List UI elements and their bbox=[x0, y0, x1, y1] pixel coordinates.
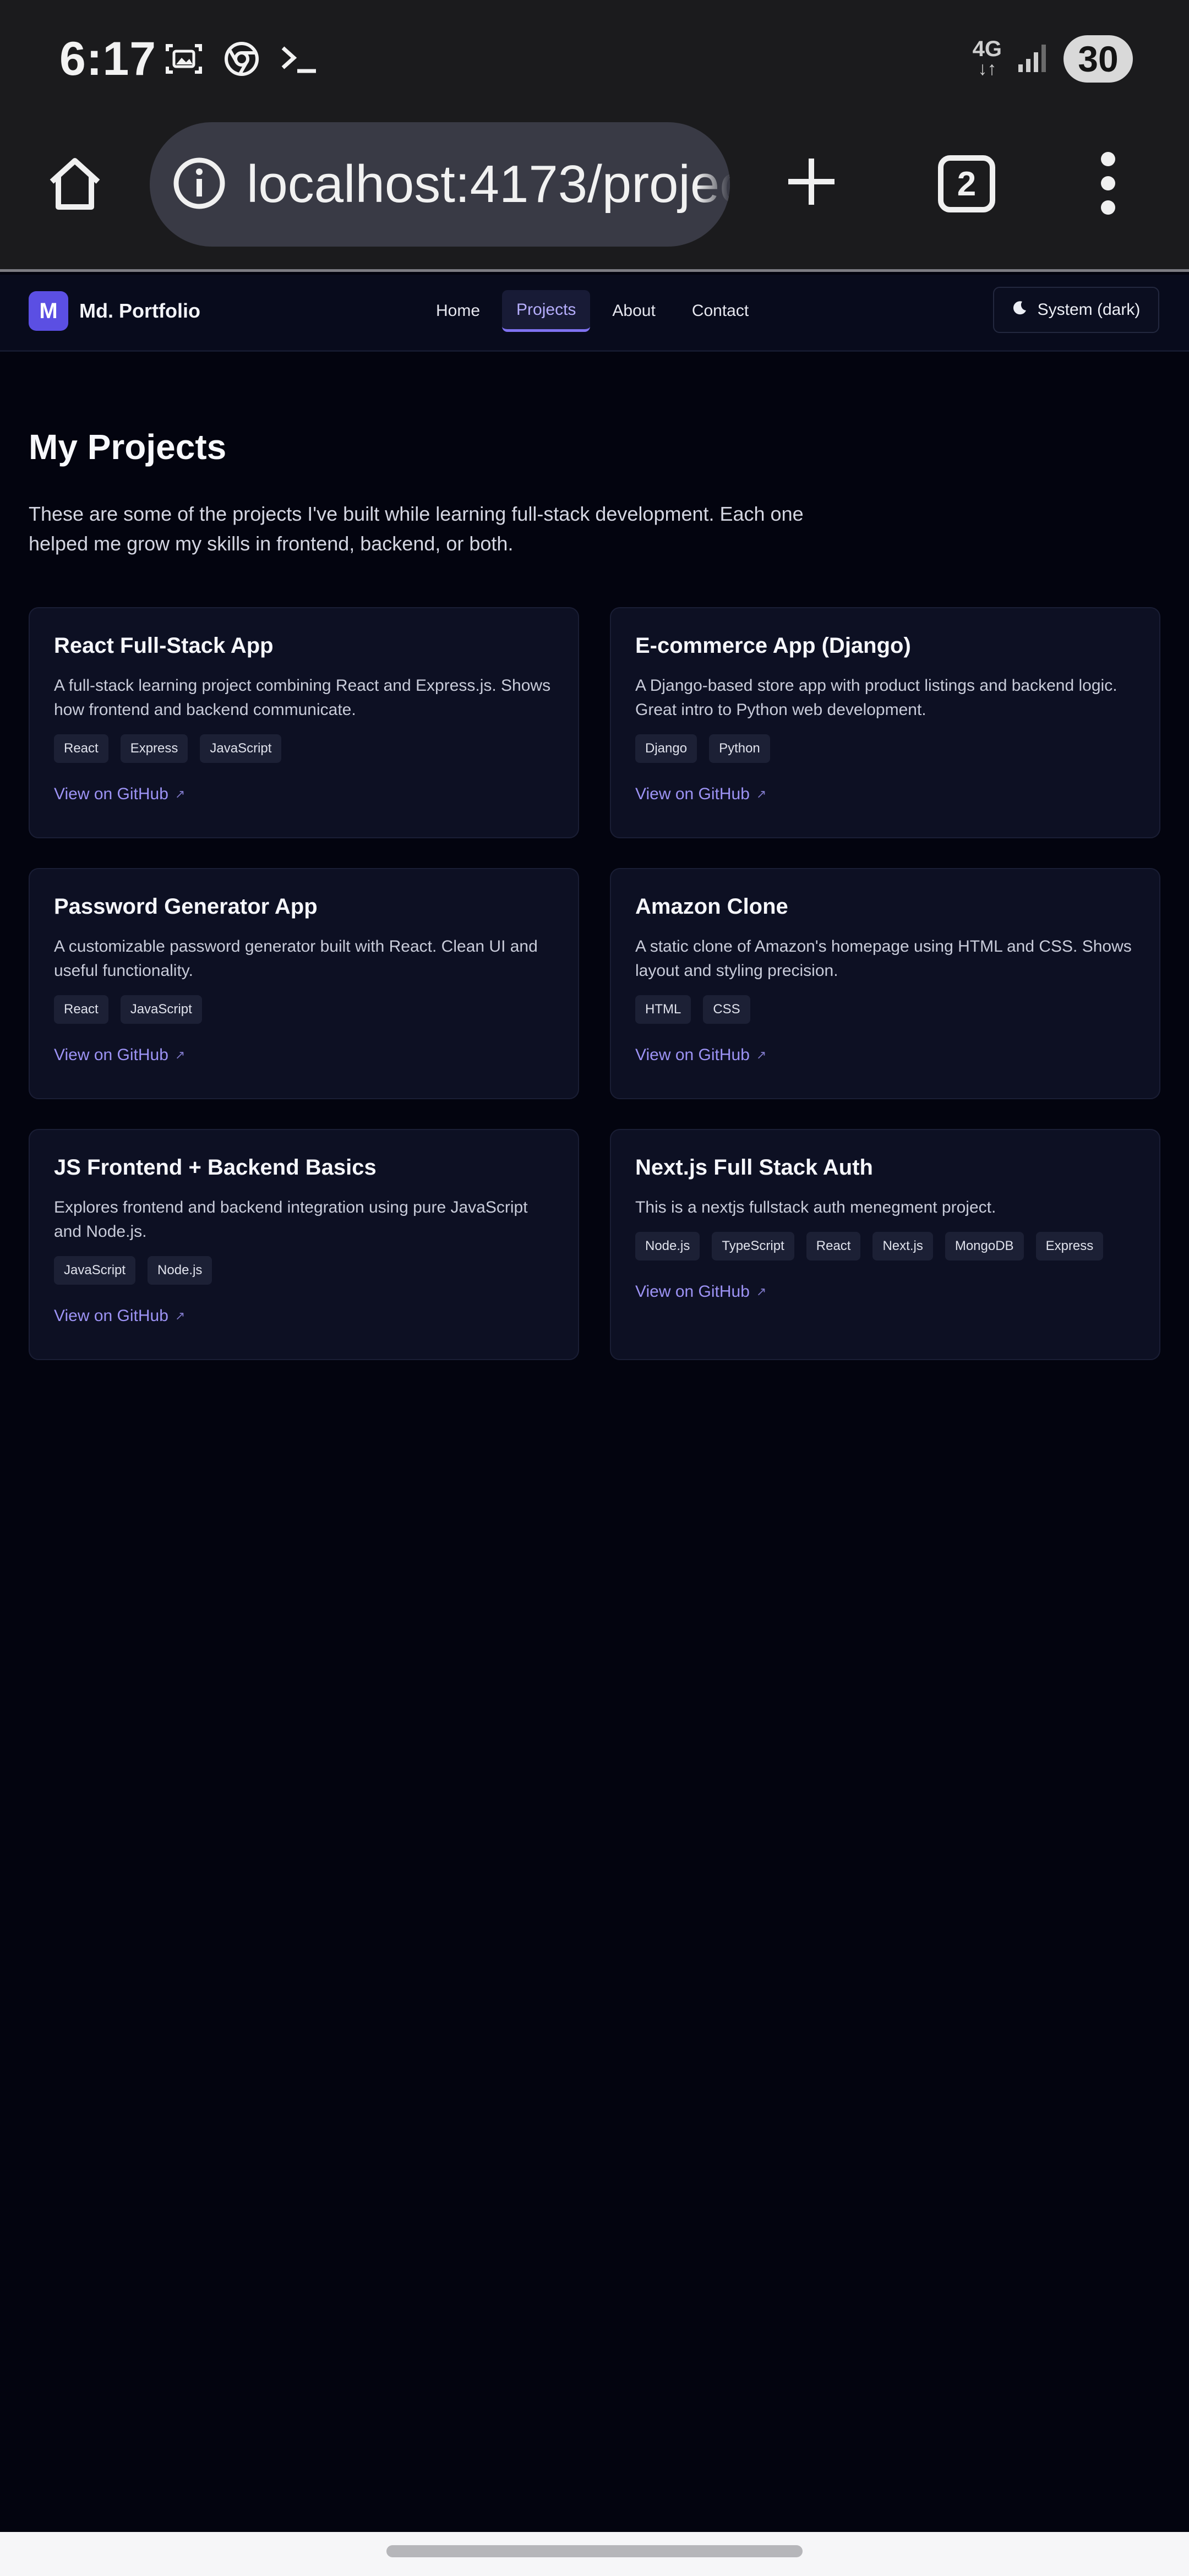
project-tags: Django Python bbox=[635, 734, 1135, 763]
project-tags: Node.js TypeScript React Next.js MongoDB… bbox=[635, 1232, 1135, 1260]
tech-tag: JavaScript bbox=[120, 995, 202, 1024]
tech-tag: Python bbox=[709, 734, 770, 763]
tech-tag: React bbox=[54, 995, 108, 1024]
theme-label: System (dark) bbox=[1037, 301, 1141, 319]
screenshot-icon bbox=[164, 41, 204, 79]
project-title: Password Generator App bbox=[54, 894, 318, 919]
site-info-icon[interactable] bbox=[172, 156, 227, 214]
browser-menu-icon[interactable] bbox=[1101, 152, 1115, 215]
project-card: Next.js Full Stack Auth This is a nextjs… bbox=[610, 1129, 1160, 1360]
project-description: This is a nextjs fullstack auth menegmen… bbox=[635, 1198, 996, 1216]
tech-tag: Node.js bbox=[635, 1232, 700, 1260]
github-link[interactable]: View on GitHub ↗ bbox=[635, 785, 1135, 804]
project-description: A static clone of Amazon's homepage usin… bbox=[635, 937, 1132, 980]
status-system-icons: 4G ↓↑ 30 bbox=[973, 35, 1133, 83]
project-tags: React JavaScript bbox=[54, 995, 554, 1024]
address-bar[interactable]: localhost:4173/projects bbox=[150, 122, 730, 247]
network-arrows-icon: ↓↑ bbox=[978, 58, 997, 79]
nav-home[interactable]: Home bbox=[422, 290, 494, 332]
project-description: Explores frontend and backend integratio… bbox=[54, 1198, 528, 1241]
project-description: A customizable password generator built … bbox=[54, 937, 538, 980]
external-link-icon: ↗ bbox=[174, 787, 186, 801]
site-header: M Md. Portfolio Home Projects About Cont… bbox=[0, 275, 1189, 352]
main-nav: Home Projects About Contact bbox=[422, 290, 763, 332]
status-bar: 6:17 4G ↓↑ 30 bbox=[0, 0, 1189, 122]
status-notification-icons bbox=[164, 41, 319, 80]
project-card: Amazon Clone A static clone of Amazon's … bbox=[610, 868, 1160, 1099]
status-time: 6:17 bbox=[59, 32, 157, 85]
tech-tag: React bbox=[54, 734, 108, 763]
project-description: A full-stack learning project combining … bbox=[54, 676, 551, 719]
github-link-label: View on GitHub bbox=[635, 1282, 750, 1301]
nav-about[interactable]: About bbox=[598, 290, 669, 332]
project-tags: JavaScript Node.js bbox=[54, 1256, 554, 1285]
github-link[interactable]: View on GitHub ↗ bbox=[635, 1046, 1135, 1065]
tech-tag: Django bbox=[635, 734, 697, 763]
github-link[interactable]: View on GitHub ↗ bbox=[54, 1046, 554, 1065]
moon-icon bbox=[1012, 300, 1028, 320]
tech-tag: TypeScript bbox=[712, 1232, 794, 1260]
home-icon[interactable] bbox=[44, 153, 106, 217]
external-link-icon: ↗ bbox=[174, 1048, 186, 1062]
projects-grid: React Full-Stack App A full-stack learni… bbox=[29, 607, 1160, 1360]
tech-tag: HTML bbox=[635, 995, 691, 1024]
page-title: My Projects bbox=[29, 427, 227, 467]
brand-name: Md. Portfolio bbox=[79, 299, 200, 322]
tech-tag: React bbox=[806, 1232, 861, 1260]
tech-tag: Next.js bbox=[872, 1232, 933, 1260]
page-intro: These are some of the projects I've buil… bbox=[29, 503, 804, 555]
signal-icon bbox=[1016, 41, 1049, 77]
browser-toolbar: localhost:4173/projects 2 bbox=[0, 122, 1189, 272]
network-type: 4G bbox=[972, 37, 1002, 61]
project-card: JS Frontend + Backend Basics Explores fr… bbox=[29, 1129, 579, 1360]
tech-tag: JavaScript bbox=[54, 1256, 136, 1285]
tech-tag: Node.js bbox=[148, 1256, 212, 1285]
chrome-icon bbox=[223, 41, 260, 80]
external-link-icon: ↗ bbox=[756, 1048, 767, 1062]
github-link-label: View on GitHub bbox=[54, 1307, 168, 1325]
github-link[interactable]: View on GitHub ↗ bbox=[54, 785, 554, 804]
external-link-icon: ↗ bbox=[174, 1309, 186, 1323]
project-description: A Django-based store app with product li… bbox=[635, 676, 1117, 719]
gesture-handle[interactable] bbox=[386, 2545, 803, 2557]
url-text[interactable]: localhost:4173/projects bbox=[247, 154, 730, 215]
project-card: E-commerce App (Django) A Django-based s… bbox=[610, 607, 1160, 838]
tech-tag: MongoDB bbox=[945, 1232, 1024, 1260]
nav-projects[interactable]: Projects bbox=[502, 290, 591, 332]
battery-indicator: 30 bbox=[1063, 35, 1133, 83]
tech-tag: JavaScript bbox=[200, 734, 282, 763]
external-link-icon: ↗ bbox=[756, 787, 767, 801]
project-title: E-commerce App (Django) bbox=[635, 634, 911, 658]
network-indicator: 4G ↓↑ bbox=[972, 37, 1002, 79]
brand-logo: M bbox=[29, 291, 68, 331]
project-title: Next.js Full Stack Auth bbox=[635, 1155, 873, 1180]
project-card: Password Generator App A customizable pa… bbox=[29, 868, 579, 1099]
theme-toggle-button[interactable]: System (dark) bbox=[993, 287, 1159, 333]
github-link-label: View on GitHub bbox=[54, 785, 168, 803]
brand[interactable]: M Md. Portfolio bbox=[29, 291, 200, 331]
github-link[interactable]: View on GitHub ↗ bbox=[635, 1282, 1135, 1301]
external-link-icon: ↗ bbox=[756, 1285, 767, 1298]
project-title: JS Frontend + Backend Basics bbox=[54, 1155, 377, 1180]
tab-switcher-button[interactable]: 2 bbox=[938, 155, 995, 212]
project-title: React Full-Stack App bbox=[54, 634, 274, 658]
url-fade bbox=[697, 122, 730, 247]
github-link-label: View on GitHub bbox=[54, 1046, 168, 1064]
project-tags: React Express JavaScript bbox=[54, 734, 554, 763]
project-card: React Full-Stack App A full-stack learni… bbox=[29, 607, 579, 838]
github-link[interactable]: View on GitHub ↗ bbox=[54, 1307, 554, 1325]
project-title: Amazon Clone bbox=[635, 894, 788, 919]
tech-tag: Express bbox=[120, 734, 188, 763]
terminal-icon bbox=[280, 43, 319, 77]
github-link-label: View on GitHub bbox=[635, 1046, 750, 1064]
nav-contact[interactable]: Contact bbox=[678, 290, 763, 332]
project-tags: HTML CSS bbox=[635, 995, 1135, 1024]
new-tab-icon[interactable] bbox=[783, 153, 840, 213]
gesture-nav-area bbox=[0, 2532, 1189, 2576]
tech-tag: Express bbox=[1035, 1232, 1104, 1260]
github-link-label: View on GitHub bbox=[635, 785, 750, 803]
tech-tag: CSS bbox=[703, 995, 750, 1024]
